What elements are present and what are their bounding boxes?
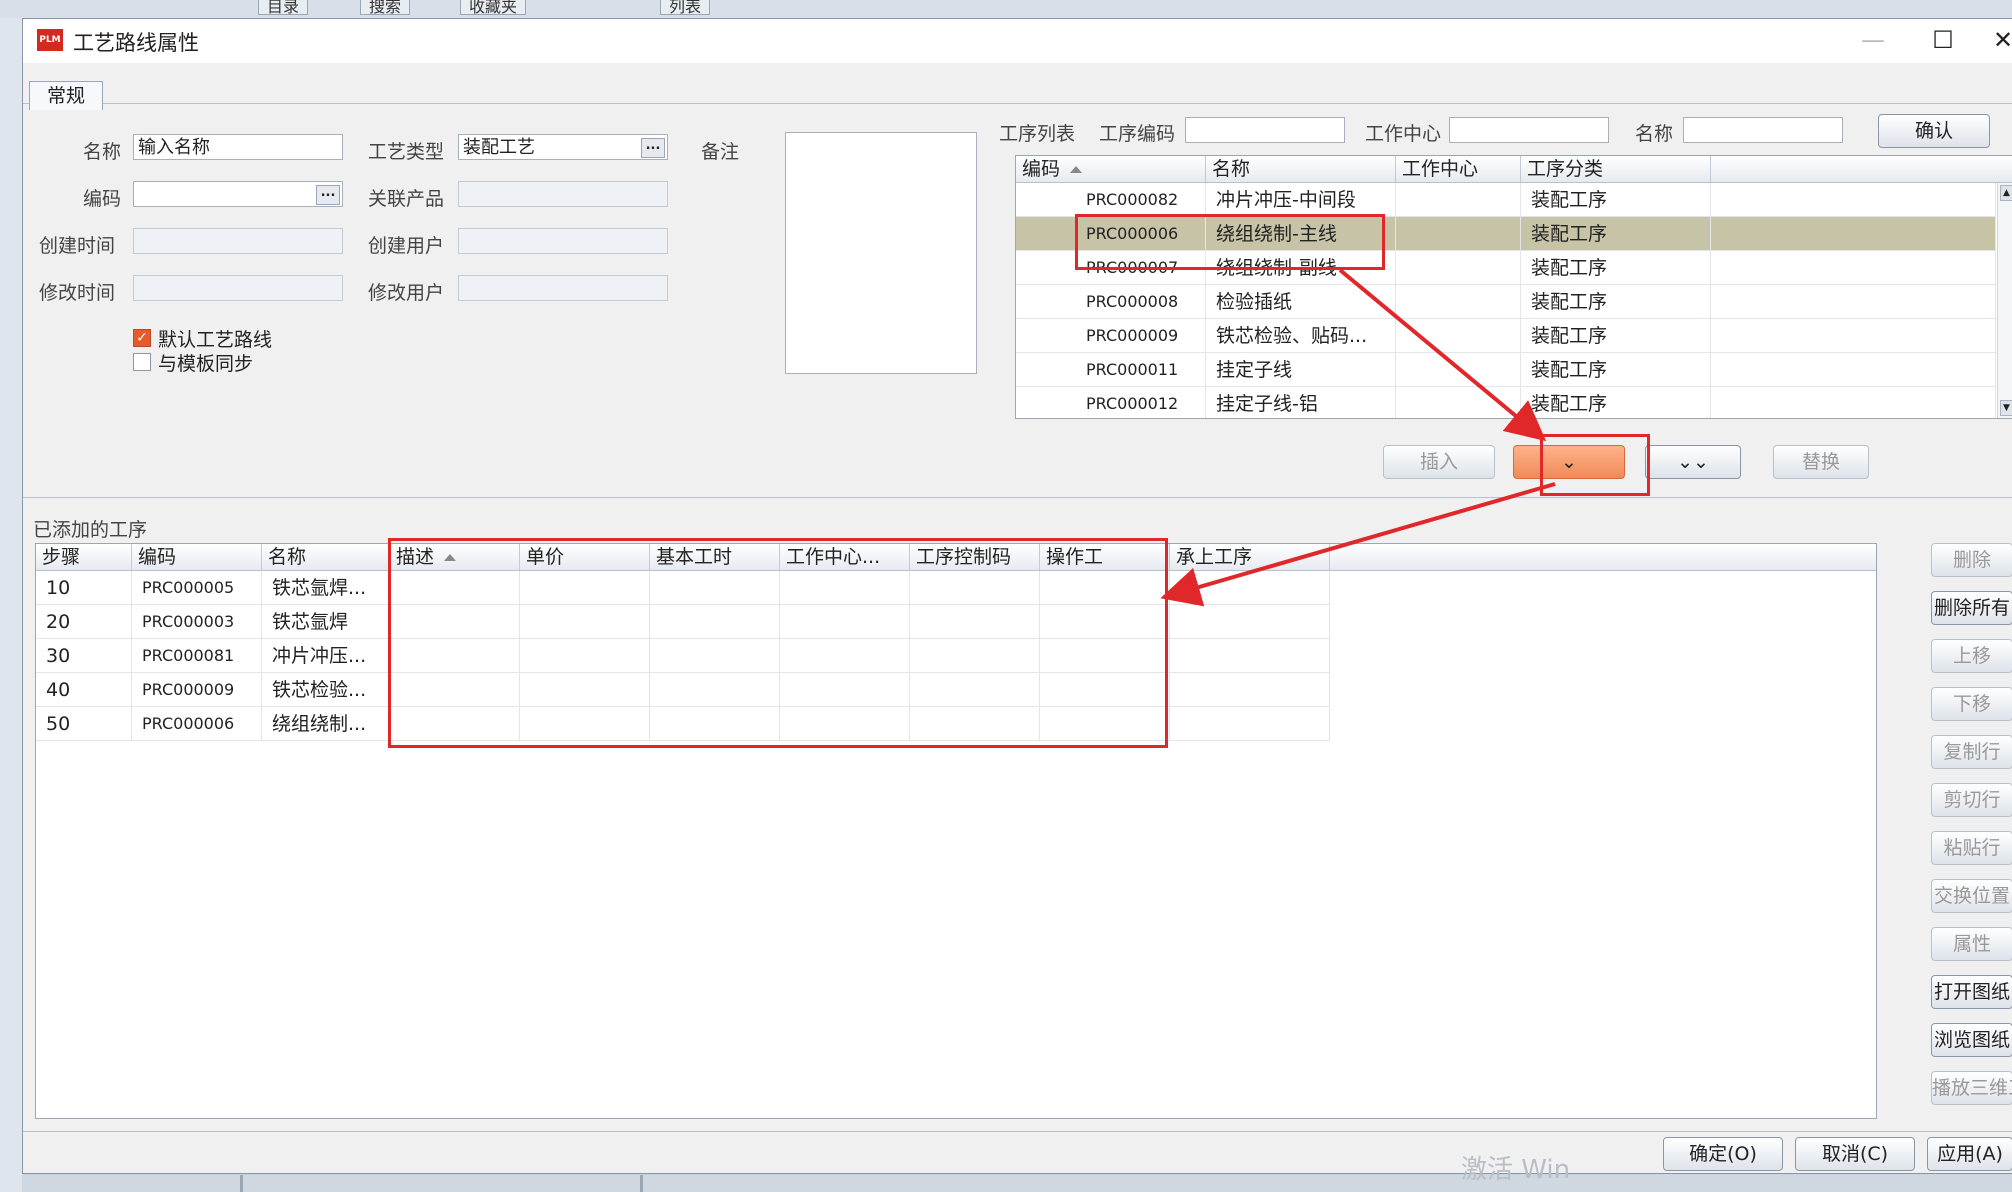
- arrow-to-add-button: [1338, 268, 1547, 442]
- annotation-arrows: [1160, 268, 1556, 607]
- arrow-to-added-grid: [1160, 482, 1556, 607]
